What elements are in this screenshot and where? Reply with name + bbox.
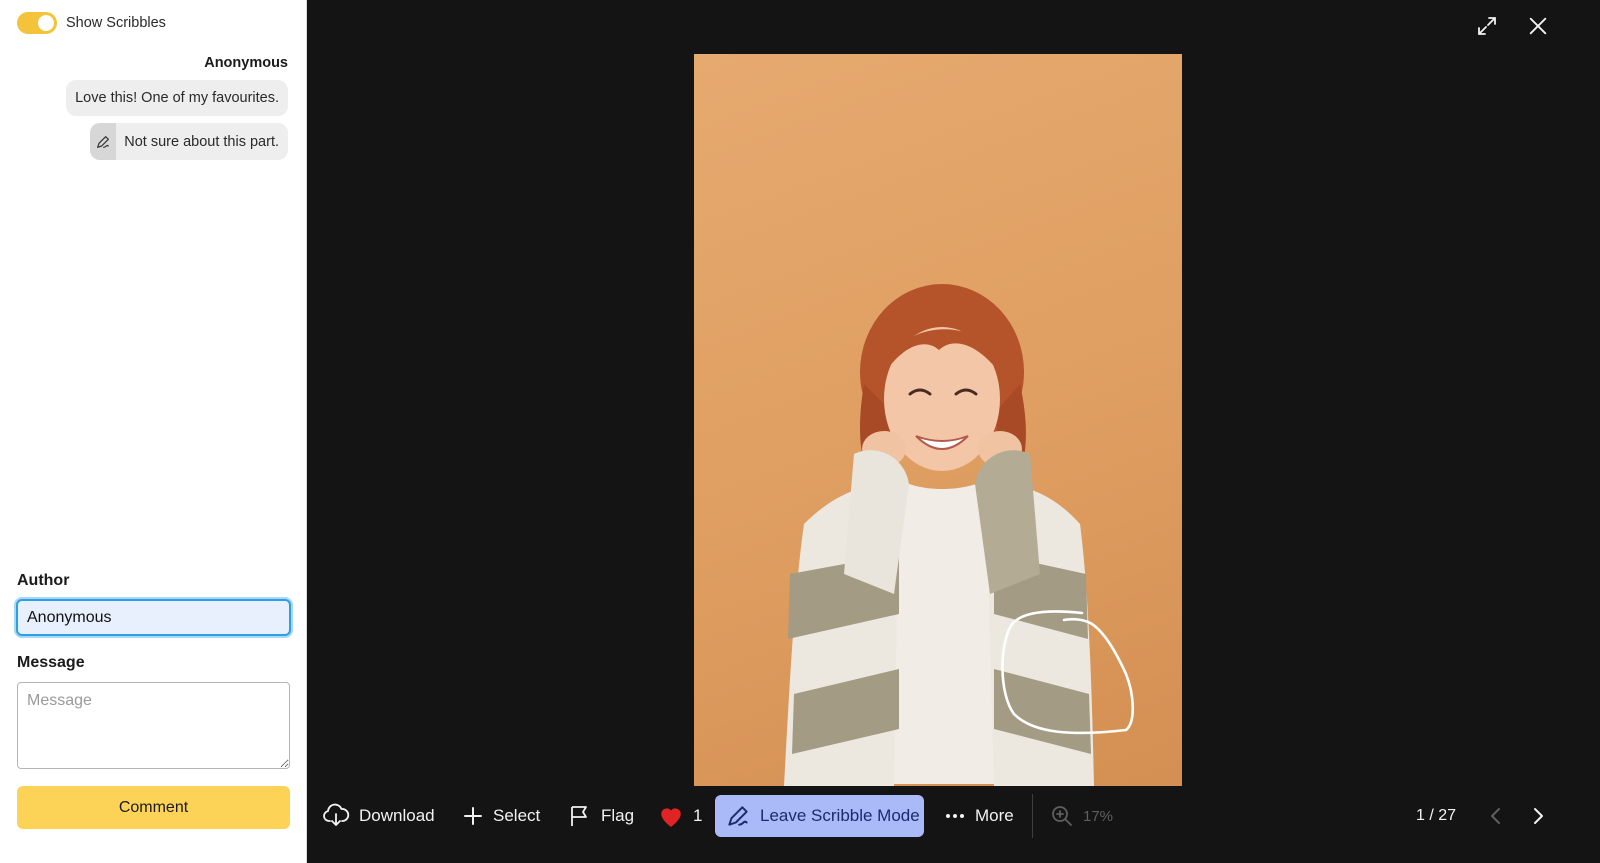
zoom-control[interactable]: 17% xyxy=(1050,795,1113,837)
author-label: Author xyxy=(17,572,70,589)
show-scribbles-toggle[interactable] xyxy=(17,12,57,34)
bottom-toolbar: Download Select Flag 1 Leave Scribble Mo… xyxy=(308,786,1600,846)
more-button[interactable]: More xyxy=(944,795,1014,837)
leave-scribble-mode-button[interactable]: Leave Scribble Mode xyxy=(715,795,924,837)
message-textarea[interactable] xyxy=(17,682,290,769)
close-icon[interactable] xyxy=(1524,12,1552,40)
image-viewer: Download Select Flag 1 Leave Scribble Mo… xyxy=(308,0,1600,863)
message-label: Message xyxy=(17,654,85,671)
scribble-icon xyxy=(90,123,117,160)
chevron-left-icon[interactable] xyxy=(1488,795,1504,837)
download-label: Download xyxy=(359,806,435,825)
select-button[interactable]: Select xyxy=(462,795,540,837)
select-label: Select xyxy=(493,806,541,825)
show-scribbles-label: Show Scribbles xyxy=(66,15,166,31)
comment-text: Love this! One of my favourites. xyxy=(75,90,279,106)
scribble-mode-label: Leave Scribble Mode xyxy=(760,806,920,825)
more-label: More xyxy=(975,806,1014,825)
like-button[interactable]: 1 xyxy=(658,795,702,837)
more-icon xyxy=(946,814,964,818)
author-input[interactable] xyxy=(16,599,291,636)
toolbar-divider xyxy=(1032,794,1033,838)
scribble-comment-bubble[interactable]: Not sure about this part. xyxy=(90,123,288,160)
comment-text: Not sure about this part. xyxy=(124,133,279,150)
flag-button[interactable]: Flag xyxy=(568,795,634,837)
zoom-icon xyxy=(1052,806,1072,826)
scribble-icon xyxy=(728,806,748,826)
photo-canvas[interactable] xyxy=(694,54,1182,786)
like-count: 1 xyxy=(693,806,703,825)
zoom-value: 17% xyxy=(1083,807,1114,825)
flag-label: Flag xyxy=(601,806,635,825)
plus-icon xyxy=(464,807,482,825)
image-counter: 1 / 27 xyxy=(1416,807,1457,824)
flag-icon xyxy=(571,806,587,826)
heart-icon xyxy=(661,808,681,827)
comments-sidebar: Show Scribbles Anonymous Love this! One … xyxy=(0,0,307,863)
portrait-photo xyxy=(784,284,1135,786)
fullscreen-icon[interactable] xyxy=(1473,12,1501,40)
download-icon xyxy=(323,803,350,826)
comment-button[interactable]: Comment xyxy=(17,786,290,829)
comment-author: Anonymous xyxy=(204,55,288,71)
show-scribbles-row: Show Scribbles xyxy=(17,12,166,34)
download-button[interactable]: Download xyxy=(322,795,435,837)
comment-bubble[interactable]: Love this! One of my favourites. xyxy=(66,80,288,116)
chevron-right-icon[interactable] xyxy=(1530,795,1546,837)
toggle-knob xyxy=(38,15,54,31)
